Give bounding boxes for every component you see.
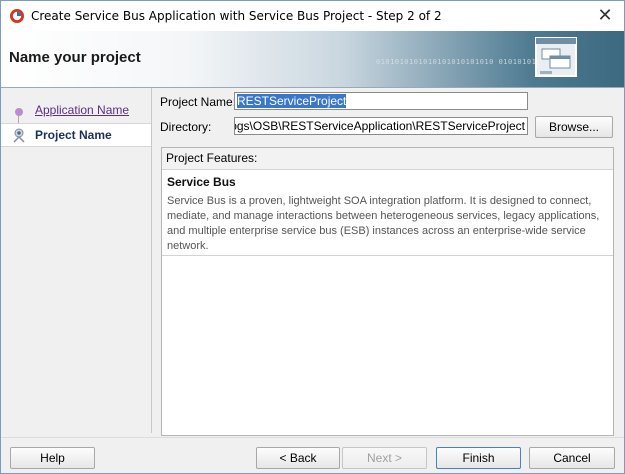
finish-button[interactable]: Finish [436, 447, 521, 469]
window-title: Create Service Bus Application with Serv… [31, 9, 442, 23]
project-name-label: Project Name: [160, 95, 237, 109]
directory-value: ankur\Blogs\OSB\RESTServiceApplication\R… [235, 119, 525, 133]
back-button[interactable]: < Back [256, 447, 340, 469]
wizard-steps-nav: Application Name Project Name [1, 88, 152, 433]
feature-description: Service Bus is a proven, lightweight SOA… [167, 195, 600, 252]
project-name-value: RESTServiceProject [237, 94, 347, 108]
directory-input[interactable]: ankur\Blogs\OSB\RESTServiceApplication\R… [234, 117, 528, 135]
divider [162, 255, 613, 256]
project-name-input[interactable]: RESTServiceProject [234, 92, 528, 110]
browse-button[interactable]: Browse... [535, 116, 613, 138]
jdeveloper-app-icon [10, 9, 24, 23]
cancel-button[interactable]: Cancel [529, 447, 615, 469]
help-button[interactable]: Help [10, 447, 95, 469]
dialog-window: Create Service Bus Application with Serv… [0, 0, 625, 474]
footer-divider [1, 437, 624, 438]
wizard-banner: Name your project 0101010101010101010101… [1, 31, 624, 88]
nav-item-label: Project Name [35, 128, 112, 142]
nav-item-project-name[interactable]: Project Name [1, 123, 151, 147]
feature-title: Service Bus [167, 175, 236, 189]
features-header: Project Features: [162, 148, 613, 170]
nav-item-label[interactable]: Application Name [35, 103, 129, 117]
window-dialog-icon [535, 37, 577, 77]
title-bar: Create Service Bus Application with Serv… [1, 1, 624, 31]
banner-decoration: 0101010101010101010101010 01010101010 [376, 58, 551, 66]
step-dot-icon [15, 108, 23, 116]
page-title: Name your project [9, 49, 141, 66]
directory-label: Directory: [160, 120, 212, 134]
step-active-icon [13, 128, 25, 143]
next-button[interactable]: Next > [342, 447, 427, 469]
close-icon[interactable]: ✕ [594, 5, 616, 27]
project-features-panel: Project Features: Service Bus Service Bu… [161, 147, 614, 436]
nav-item-application-name[interactable]: Application Name [1, 99, 151, 121]
